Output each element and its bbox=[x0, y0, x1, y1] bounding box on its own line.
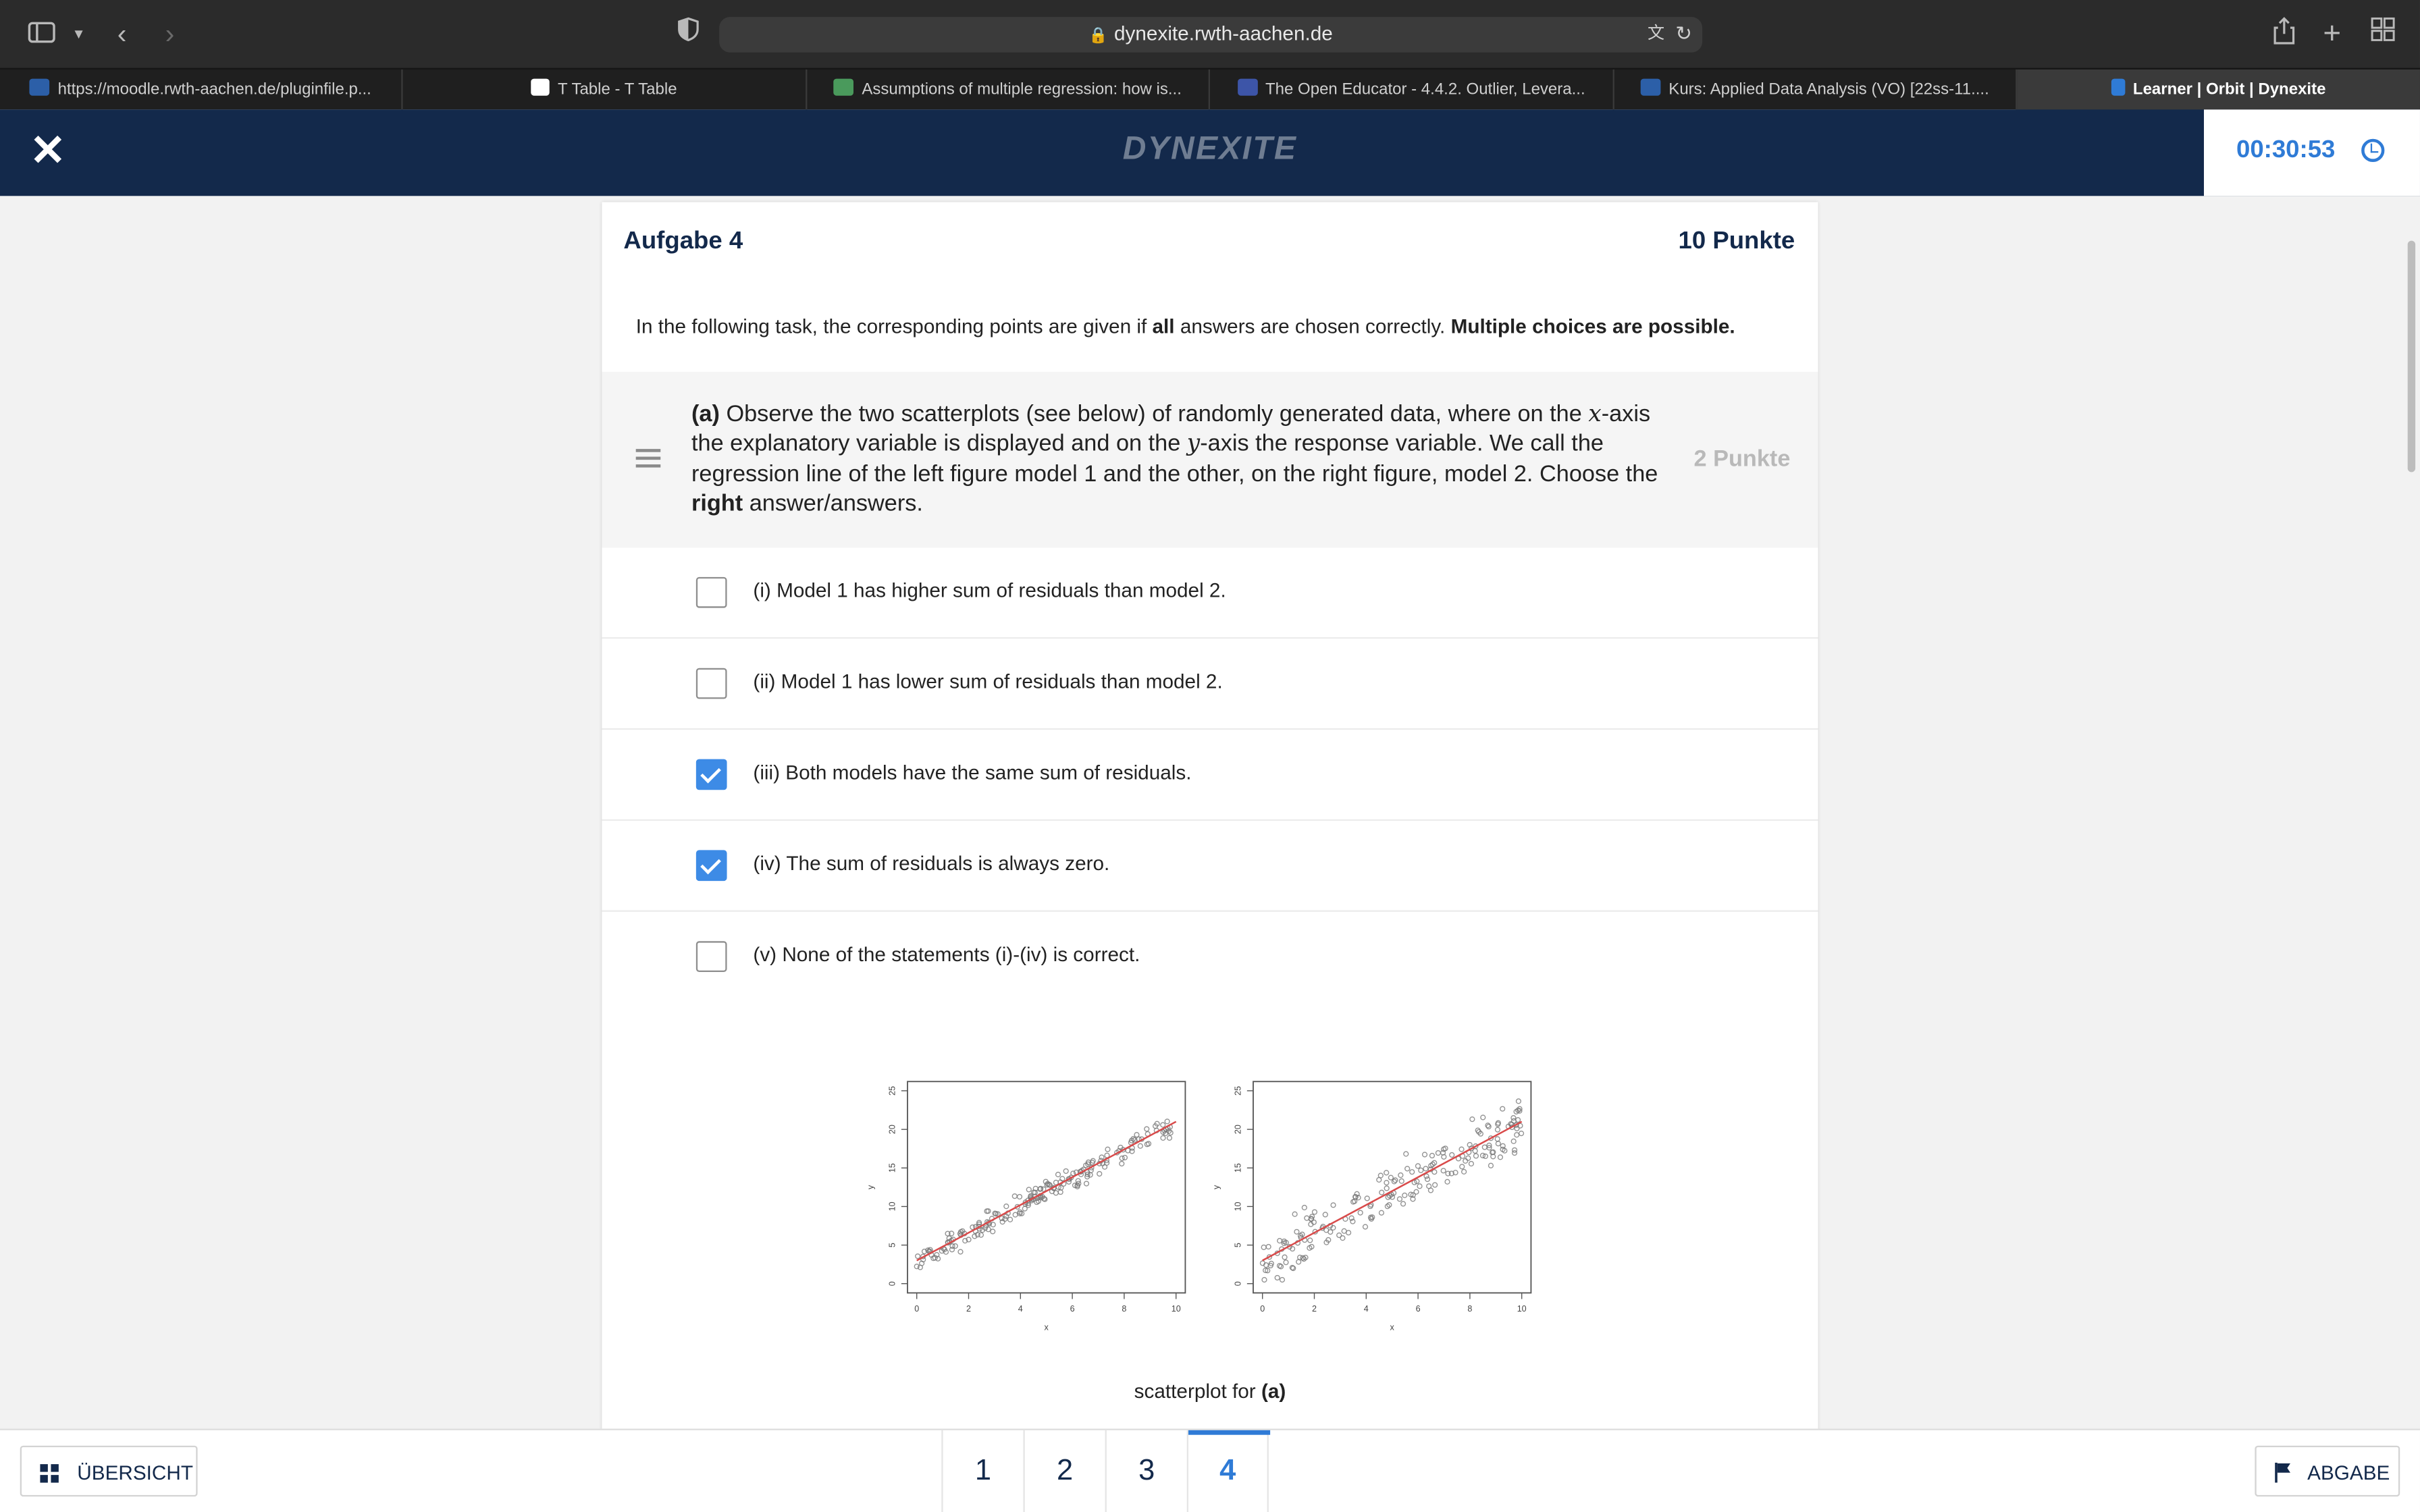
x-tick-label: 2 bbox=[1312, 1304, 1317, 1314]
answer-label[interactable]: (iv) The sum of residuals is always zero… bbox=[753, 852, 1109, 875]
x-tick-label: 8 bbox=[1122, 1304, 1126, 1314]
answer-label[interactable]: (iii) Both models have the same sum of r… bbox=[753, 761, 1191, 784]
y-tick-label: 0 bbox=[888, 1281, 897, 1286]
y-tick-label: 10 bbox=[1234, 1202, 1243, 1211]
task-points: 10 Punkte bbox=[1678, 228, 1795, 255]
page-button-3[interactable]: 3 bbox=[1105, 1430, 1187, 1512]
question-points: 2 Punkte bbox=[1693, 446, 1791, 473]
y-axis-label: y bbox=[1212, 1185, 1221, 1189]
answer-checkbox[interactable] bbox=[695, 941, 727, 972]
x-tick-label: 4 bbox=[1364, 1304, 1369, 1314]
page-button-2[interactable]: 2 bbox=[1023, 1430, 1105, 1512]
x-tick-label: 2 bbox=[966, 1304, 971, 1314]
address-text: dynexite.rwth-aachen.de bbox=[1114, 21, 1333, 45]
timer-value: 00:30:53 bbox=[2236, 137, 2336, 164]
y-tick-label: 10 bbox=[888, 1202, 897, 1211]
answer-label[interactable]: (ii) Model 1 has lower sum of residuals … bbox=[753, 670, 1222, 693]
list-icon[interactable] bbox=[635, 449, 661, 467]
y-axis-label: y bbox=[866, 1185, 876, 1189]
submit-button[interactable]: ABGABE bbox=[2255, 1445, 2400, 1497]
y-tick-label: 20 bbox=[1234, 1125, 1243, 1134]
browser-tab[interactable]: The Open Educator - 4.4.2. Outlier, Leve… bbox=[1210, 69, 1614, 111]
browser-tab[interactable]: Kurs: Applied Data Analysis (VO) [22ss-1… bbox=[1614, 69, 2018, 111]
app-header: ✕ DYNEXITE 00:30:53 bbox=[0, 109, 2420, 196]
x-tick-label: 10 bbox=[1172, 1304, 1181, 1314]
sidebar-toggle-icon[interactable] bbox=[25, 17, 59, 51]
share-icon[interactable] bbox=[2267, 17, 2301, 51]
question-box: (a) Observe the two scatterplots (see be… bbox=[602, 371, 1818, 548]
question-text: (a) Observe the two scatterplots (see be… bbox=[691, 399, 1658, 517]
lock-icon: 🔒 bbox=[1088, 28, 1108, 45]
answer-option[interactable]: (i) Model 1 has higher sum of residuals … bbox=[602, 547, 1818, 639]
task-intro: In the following task, the corresponding… bbox=[635, 315, 1735, 338]
page-button-4[interactable]: 4 bbox=[1186, 1430, 1271, 1512]
moodle-favicon-icon bbox=[30, 78, 51, 96]
task-title: Aufgabe 4 bbox=[623, 228, 743, 255]
y-tick-label: 5 bbox=[1234, 1243, 1243, 1247]
grid-icon bbox=[40, 1464, 59, 1483]
x-tick-label: 6 bbox=[1070, 1304, 1075, 1314]
x-axis-label: x bbox=[1045, 1322, 1049, 1332]
answer-checkbox[interactable] bbox=[695, 850, 727, 882]
reload-icon[interactable]: ↻ bbox=[1667, 17, 1701, 51]
t-table-favicon-icon bbox=[531, 78, 550, 96]
privacy-shield-icon[interactable] bbox=[671, 17, 705, 51]
y-tick-label: 20 bbox=[888, 1125, 897, 1134]
moodle-favicon-icon bbox=[1641, 78, 1661, 96]
x-tick-label: 4 bbox=[1018, 1304, 1023, 1314]
open-educator-favicon-icon bbox=[1237, 78, 1258, 96]
x-tick-label: 6 bbox=[1416, 1304, 1421, 1314]
spreadsheet-favicon-icon bbox=[834, 78, 854, 96]
answer-option[interactable]: (iv) The sum of residuals is always zero… bbox=[602, 821, 1818, 912]
close-icon[interactable]: ✕ bbox=[28, 129, 68, 173]
dynexite-favicon-icon bbox=[2111, 78, 2126, 96]
tab-overview-icon[interactable] bbox=[2366, 17, 2400, 51]
answer-option[interactable]: (iii) Both models have the same sum of r… bbox=[602, 730, 1818, 821]
timer-panel: 00:30:53 bbox=[2203, 109, 2420, 196]
y-tick-label: 5 bbox=[888, 1243, 897, 1247]
y-tick-label: 15 bbox=[888, 1163, 897, 1172]
plot-frame bbox=[1253, 1081, 1532, 1294]
clock-icon bbox=[2361, 138, 2385, 162]
new-tab-icon[interactable]: + bbox=[2315, 17, 2349, 51]
answer-checkbox[interactable] bbox=[695, 668, 727, 699]
answer-checkbox[interactable] bbox=[695, 759, 727, 790]
answer-checkbox[interactable] bbox=[695, 576, 727, 608]
browser-tab-active[interactable]: Learner | Orbit | Dynexite bbox=[2017, 69, 2420, 111]
scrollbar-thumb[interactable] bbox=[2407, 240, 2416, 473]
x-tick-label: 8 bbox=[1467, 1304, 1472, 1314]
x-axis-label: x bbox=[1390, 1322, 1395, 1332]
figure-caption: scatterplot for (a) bbox=[1134, 1379, 1286, 1403]
bottom-navigation: ÜBERSICHT 1 2 3 4 ABGABE bbox=[0, 1428, 2420, 1512]
browser-tab[interactable]: https://moodle.rwth-aachen.de/pluginfile… bbox=[0, 69, 403, 111]
dynexite-logo: DYNEXITE bbox=[1122, 131, 1298, 167]
browser-toolbar: ▼ ‹ › 🔒 dynexite.rwth-aachen.de 文 ↻ + bbox=[0, 0, 2420, 68]
submit-label: ABGABE bbox=[2307, 1461, 2390, 1484]
scatterplot-figure: 0 2 4 6 8 10 0 5 10 15 20 25 x y 0 2 4 6 8 10 0 5 10 15 20 25 x y bbox=[866, 1081, 1532, 1332]
flag-icon bbox=[2275, 1462, 2290, 1483]
browser-tab[interactable]: Assumptions of multiple regression: how … bbox=[807, 69, 1210, 111]
answer-label[interactable]: (v) None of the statements (i)-(iv) is c… bbox=[753, 943, 1140, 966]
address-bar[interactable]: 🔒 dynexite.rwth-aachen.de 文 ↻ bbox=[719, 17, 1703, 53]
y-tick-label: 15 bbox=[1234, 1163, 1243, 1172]
browser-tab[interactable]: T Table - T Table bbox=[403, 69, 808, 111]
x-tick-label: 0 bbox=[914, 1304, 919, 1314]
x-tick-label: 0 bbox=[1260, 1304, 1265, 1314]
overview-button[interactable]: ÜBERSICHT bbox=[20, 1445, 198, 1497]
x-tick-label: 10 bbox=[1517, 1304, 1527, 1314]
browser-tab-strip: https://moodle.rwth-aachen.de/pluginfile… bbox=[0, 68, 2420, 111]
answer-option[interactable]: (ii) Model 1 has lower sum of residuals … bbox=[602, 639, 1818, 730]
forward-icon[interactable]: › bbox=[153, 17, 186, 51]
answer-label[interactable]: (i) Model 1 has higher sum of residuals … bbox=[753, 578, 1226, 601]
overview-label: ÜBERSICHT bbox=[77, 1461, 193, 1484]
answer-option[interactable]: (v) None of the statements (i)-(iv) is c… bbox=[602, 912, 1818, 1003]
task-card: Aufgabe 4 10 Punkte In the following tas… bbox=[602, 202, 1818, 1436]
chevron-down-icon[interactable]: ▼ bbox=[61, 17, 95, 51]
y-tick-label: 25 bbox=[888, 1086, 897, 1096]
page-button-1[interactable]: 1 bbox=[941, 1430, 1023, 1512]
y-tick-label: 25 bbox=[1234, 1086, 1243, 1096]
y-tick-label: 0 bbox=[1234, 1281, 1243, 1286]
back-icon[interactable]: ‹ bbox=[105, 17, 138, 51]
